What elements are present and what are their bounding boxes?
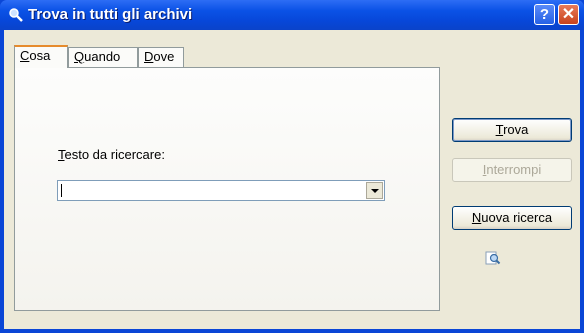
tab-cosa[interactable]: Cosa — [14, 45, 68, 68]
tab-quando[interactable]: Quando — [68, 47, 138, 67]
close-button[interactable]: ✕ — [558, 4, 579, 25]
tab-dove[interactable]: Dove — [138, 47, 184, 67]
help-button[interactable]: ? — [534, 4, 555, 25]
search-text-label: Testo da ricercare: — [58, 147, 165, 162]
search-animation-icon — [485, 251, 501, 265]
dropdown-button[interactable] — [366, 182, 383, 199]
find-button[interactable]: Trova — [452, 118, 572, 142]
search-icon — [9, 8, 23, 22]
window-title: Trova in tutti gli archivi — [28, 6, 193, 23]
stop-button[interactable]: Interrompi — [452, 158, 572, 182]
chevron-down-icon — [371, 189, 379, 193]
text-caret — [61, 184, 62, 197]
title-bar[interactable]: Trova in tutti gli archivi ? ✕ — [0, 0, 584, 30]
new-search-button[interactable]: Nuova ricerca — [452, 206, 572, 230]
dialog-window: Trova in tutti gli archivi ? ✕ Cosa Quan… — [0, 0, 584, 333]
search-text-combobox[interactable] — [57, 180, 385, 201]
